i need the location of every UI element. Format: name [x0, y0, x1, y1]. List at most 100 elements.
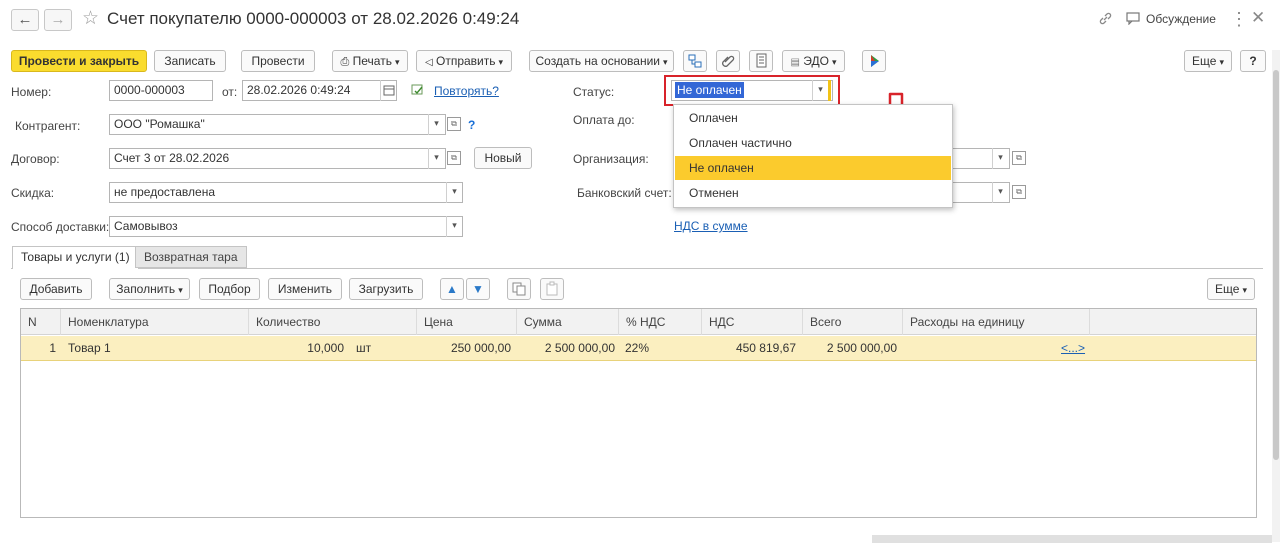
load-button[interactable]: Загрузить	[349, 278, 423, 300]
bank-account-open-button[interactable]: ⧉	[1012, 185, 1026, 199]
counterparty-open-button[interactable]: ⧉	[447, 117, 461, 131]
arrow-right-icon: →	[50, 11, 66, 28]
table-more-label: Еще	[1215, 282, 1240, 296]
fill-button[interactable]: Заполнить ▾	[109, 278, 190, 300]
discount-label: Скидка:	[11, 186, 55, 200]
cell-sum: 2 500 000,00	[544, 341, 615, 355]
structure-button[interactable]	[683, 50, 707, 72]
column-header-price[interactable]: Цена	[417, 309, 517, 335]
delivery-field[interactable]: Самовывоз	[109, 216, 463, 237]
status-highlight-frame	[664, 75, 840, 106]
fill-label: Заполнить	[116, 282, 176, 296]
send-label: Отправить	[436, 54, 496, 68]
column-header-vat[interactable]: НДС	[702, 309, 803, 335]
counterparty-dropdown[interactable]: ▾	[428, 114, 444, 135]
chevron-down-icon: ▾	[452, 220, 457, 230]
edo-label: ЭДО	[803, 54, 829, 68]
copy-rows-button[interactable]	[507, 278, 531, 300]
number-field[interactable]: 0000-000003	[109, 80, 213, 101]
favorite-star-icon[interactable]: ☆	[82, 7, 99, 30]
tab-goods-services[interactable]: Товары и услуги (1)	[12, 246, 139, 269]
arrow-up-icon: ▲	[446, 282, 458, 296]
table-row[interactable]: 1 Товар 1 10,000 шт 250 000,00 2 500 000…	[21, 336, 1256, 361]
more-vertical-icon[interactable]: ⋮	[1230, 9, 1248, 30]
column-header-item[interactable]: Номенклатура	[61, 309, 249, 335]
status-option-paid[interactable]: Оплачен	[675, 106, 951, 130]
discussion-icon[interactable]	[1126, 12, 1141, 28]
tab-returnable-packaging[interactable]: Возвратная тара	[135, 246, 247, 268]
move-down-button[interactable]: ▼	[466, 278, 490, 300]
column-header-n[interactable]: N	[21, 309, 61, 335]
delivery-label: Способ доставки:	[11, 220, 110, 234]
post-button[interactable]: Провести	[241, 50, 315, 72]
status-option-cancelled[interactable]: Отменен	[675, 181, 951, 205]
column-header-total[interactable]: Всего	[803, 309, 903, 335]
contract-dropdown[interactable]: ▾	[428, 148, 444, 169]
print-label: Печать	[352, 54, 392, 68]
table-header: N Номенклатура Количество Цена Сумма % Н…	[21, 309, 1256, 335]
dropdown-arrow-icon: ▾	[498, 57, 504, 67]
organization-dropdown[interactable]: ▾	[992, 148, 1008, 169]
status-option-unpaid[interactable]: Не оплачен	[675, 156, 951, 180]
status-option-partially-paid[interactable]: Оплачен частично	[675, 131, 951, 155]
back-button[interactable]: ←	[11, 9, 39, 31]
organization-open-button[interactable]: ⧉	[1012, 151, 1026, 165]
column-header-unit-costs[interactable]: Расходы на единицу	[903, 309, 1090, 335]
paste-rows-button[interactable]	[540, 278, 564, 300]
play-colored-icon	[871, 55, 879, 67]
more-button[interactable]: Еще ▾	[1184, 50, 1232, 72]
paperclip-icon	[722, 55, 735, 67]
contract-field[interactable]: Счет 3 от 28.02.2026	[109, 148, 446, 169]
dropdown-arrow-icon: ▾	[178, 285, 183, 295]
horizontal-scrollbar[interactable]	[872, 535, 1272, 543]
calendar-button[interactable]	[380, 80, 396, 101]
forward-button[interactable]: →	[44, 9, 72, 31]
report-button[interactable]	[749, 50, 773, 72]
edo-button[interactable]: ▤ ЭДО ▾	[782, 50, 845, 72]
discount-field[interactable]: не предоставлена	[109, 182, 463, 203]
counterparty-help-icon[interactable]: ?	[468, 118, 475, 132]
move-up-button[interactable]: ▲	[440, 278, 464, 300]
column-header-vat-rate[interactable]: % НДС	[619, 309, 702, 335]
discount-dropdown[interactable]: ▾	[446, 182, 462, 203]
create-based-on-button[interactable]: Создать на основании ▾	[529, 50, 674, 72]
open-form-icon: ⧉	[451, 153, 457, 162]
column-header-sum[interactable]: Сумма	[517, 309, 619, 335]
attach-button[interactable]	[716, 50, 740, 72]
counterparty-field[interactable]: ООО "Ромашка"	[109, 114, 446, 135]
contract-open-button[interactable]: ⧉	[447, 151, 461, 165]
pick-button[interactable]: Подбор	[199, 278, 260, 300]
paste-icon	[546, 281, 558, 296]
post-and-close-button[interactable]: Провести и закрыть	[11, 50, 147, 72]
help-button[interactable]: ?	[1240, 50, 1266, 72]
vat-in-sum-link[interactable]: НДС в сумме	[674, 219, 748, 233]
open-form-icon: ⧉	[451, 119, 457, 128]
cell-unit-costs-link[interactable]: <...>	[1061, 336, 1085, 361]
dropdown-arrow-icon: ▾	[662, 57, 668, 67]
close-icon[interactable]: ✕	[1251, 8, 1265, 28]
bank-account-dropdown[interactable]: ▾	[992, 182, 1008, 203]
cell-unit: шт	[356, 341, 372, 355]
change-button[interactable]: Изменить	[268, 278, 342, 300]
save-button[interactable]: Записать	[154, 50, 226, 72]
tab-strip-line	[11, 268, 1263, 269]
share-button[interactable]	[862, 50, 886, 72]
vertical-scrollbar-thumb[interactable]	[1273, 70, 1279, 460]
organization-label: Организация:	[573, 152, 649, 166]
payment-due-label: Оплата до:	[573, 113, 635, 127]
print-button[interactable]: ⎙ Печать ▾	[332, 50, 408, 72]
delivery-dropdown[interactable]: ▾	[446, 216, 462, 237]
repeat-icon	[410, 83, 426, 100]
new-contract-button[interactable]: Новый	[474, 147, 532, 169]
chevron-down-icon: ▾	[434, 152, 439, 162]
add-row-button[interactable]: Добавить	[20, 278, 92, 300]
column-header-quantity[interactable]: Количество	[249, 309, 417, 335]
chevron-down-icon: ▾	[998, 152, 1003, 162]
link-icon[interactable]	[1098, 11, 1113, 29]
send-button[interactable]: ◁ Отправить ▾	[416, 50, 512, 72]
discussion-button[interactable]: Обсуждение	[1146, 12, 1216, 26]
table-more-button[interactable]: Еще ▾	[1207, 278, 1255, 300]
repeat-link[interactable]: Повторять?	[434, 84, 499, 98]
date-label: от:	[222, 85, 238, 99]
date-field[interactable]: 28.02.2026 0:49:24	[242, 80, 397, 101]
